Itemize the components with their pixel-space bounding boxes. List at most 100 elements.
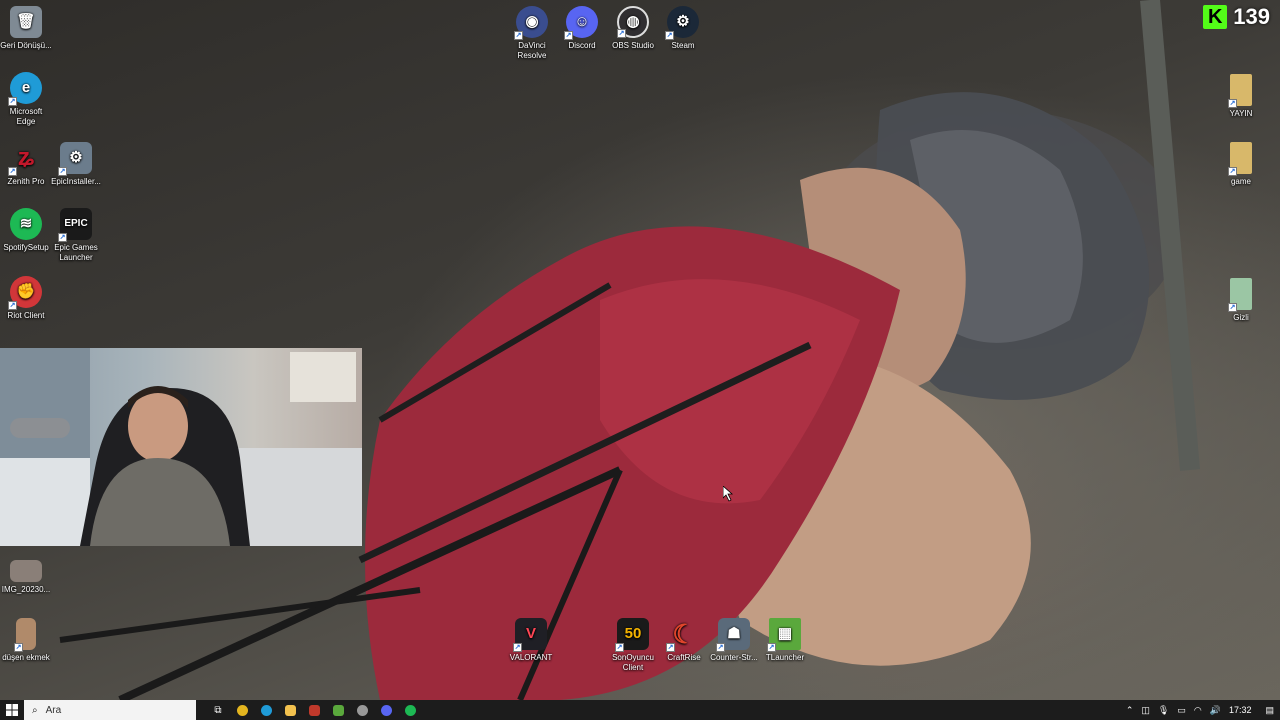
task-view-icon: ⧉ [214, 704, 222, 716]
valorant-icon: V ↗ [513, 618, 547, 652]
desktop-icon-label: game [1230, 177, 1251, 186]
edge-icon [260, 704, 272, 716]
desktop-icon-label: düşen ekmek [2, 653, 50, 662]
tlauncher-icon: ▦ ↗ [767, 618, 801, 652]
desktop-icon-riot-client[interactable]: ✊ ↗ Riot Client [0, 276, 52, 321]
taskbar-task-view[interactable]: ⧉ [206, 700, 230, 720]
desktop-icon-microsoft-edge[interactable]: e ↗ Microsoft Edge [0, 72, 52, 127]
desktop-icon-label: Epic Games Launcher [54, 243, 98, 262]
steam-icon: ⚙ ↗ [665, 6, 699, 40]
desktop-icon-epic-installer[interactable]: ⚙ ↗ EpicInstaller... [50, 142, 102, 187]
wifi-icon[interactable]: ◠ [1194, 705, 1202, 716]
chevron-up-icon[interactable]: ⌃ [1126, 705, 1134, 716]
desktop-icon-label: Zenith Pro [7, 177, 45, 186]
counter-strike-icon: ☗ ↗ [716, 618, 750, 652]
craftrise-icon: ☾ ↗ [666, 619, 696, 652]
spotify-icon [404, 704, 416, 716]
desktop-icon-label: EpicInstaller... [51, 177, 101, 186]
desktop-icon-counter-strike[interactable]: ☗ ↗ Counter-Str... [708, 618, 760, 663]
desktop-icon-valorant[interactable]: V ↗ VALORANT [505, 618, 557, 663]
desktop-icon-label: DaVinci Resolve [517, 41, 547, 60]
desktop-icon-tlauncher[interactable]: ▦ ↗ TLauncher [759, 618, 811, 663]
desktop-icon-label: Geri Dönüşü... [0, 41, 52, 50]
app-red-icon [308, 704, 320, 716]
search-placeholder: Ara [45, 704, 62, 716]
camera-icon[interactable]: ◫ [1141, 705, 1150, 716]
desktop-icon-label: Gizli [1233, 313, 1249, 322]
desktop-icon-discord[interactable]: ☺ ↗ Discord [556, 6, 608, 51]
search-icon: ⌕ [32, 704, 38, 716]
viewer-count: 139 [1233, 4, 1270, 29]
taskbar-app-obs[interactable] [350, 700, 374, 720]
taskbar-app-red[interactable] [302, 700, 326, 720]
desktop-icon-recycle-bin[interactable]: 🗑 Geri Dönüşü... [0, 6, 52, 51]
spotify-icon: ≋ [10, 208, 42, 240]
desktop-icon-yayin[interactable]: ↗ YAYIN [1215, 74, 1267, 119]
volume-icon[interactable]: 🔊 [1210, 705, 1221, 716]
network-icon[interactable]: ▭ [1177, 705, 1186, 716]
desktop-icon-spotify-setup[interactable]: ≋ SpotifySetup [0, 208, 52, 253]
chrome-icon [236, 704, 248, 716]
folder-icon: ↗ [1228, 278, 1252, 312]
desktop-icon-steam[interactable]: ⚙ ↗ Steam [657, 6, 709, 51]
discord-icon [380, 704, 392, 716]
microphone-icon[interactable]: 🎙 [1158, 705, 1169, 716]
installer-icon: ⚙ ↗ [58, 142, 92, 176]
taskbar-app-chrome[interactable] [230, 700, 254, 720]
folder-icon: ↗ [1228, 74, 1252, 108]
desktop-icon-craftrise[interactable]: ☾ ↗ CraftRise [658, 618, 710, 663]
notifications-icon[interactable]: ▤ [1265, 705, 1274, 716]
taskbar-app-spotify[interactable] [398, 700, 422, 720]
zenith-icon: ʑ ↗ [8, 144, 35, 176]
recycle-bin-icon: 🗑 [10, 6, 42, 38]
taskbar-app-discord[interactable] [374, 700, 398, 720]
desktop-icon-label: TLauncher [765, 653, 805, 662]
taskbar-app-file-explorer[interactable] [278, 700, 302, 720]
webcam-overlay [0, 348, 362, 546]
desktop-icon-label: SpotifySetup [3, 243, 49, 252]
desktop-icon-obs-studio[interactable]: ◍ ↗ OBS Studio [607, 6, 659, 51]
desktop-icon-gizli[interactable]: ↗ Gizli [1215, 278, 1267, 323]
desktop-icon-label: VALORANT [509, 653, 553, 662]
desktop-icon-label: OBS Studio [612, 41, 654, 50]
desktop-icon-epic-games-launcher[interactable]: EPIC ↗ Epic Games Launcher [50, 208, 102, 263]
system-tray: ⌃ ◫ 🎙 ▭ ◠ 🔊 17:32 ▤ [1118, 700, 1280, 720]
image-file-icon [10, 560, 42, 582]
desktop-icon-label: Steam [671, 41, 695, 50]
app-green-icon [332, 704, 344, 716]
taskbar-search-box[interactable]: ⌕ Ara [24, 700, 196, 720]
desktop-icon-label: Riot Client [7, 311, 45, 320]
desktop-icon-sonoyuncu-client[interactable]: 50 ↗ SonOyuncu Client [607, 618, 659, 673]
viewer-counter: K 139 [1203, 4, 1270, 30]
desktop-icon-img-file[interactable]: IMG_20230... [0, 560, 52, 595]
discord-icon: ☺ ↗ [564, 6, 598, 40]
sonoyuncu-icon: 50 ↗ [615, 618, 649, 652]
desktop-icon-label: Discord [568, 41, 596, 50]
epic-games-icon: EPIC ↗ [58, 208, 92, 242]
desktop-icon-label: IMG_20230... [1, 585, 51, 594]
desktop-icon-zenith-pro[interactable]: ʑ ↗ Zenith Pro [0, 142, 52, 187]
desktop-icon-label: Microsoft Edge [9, 107, 43, 126]
taskbar-app-green[interactable] [326, 700, 350, 720]
windows-logo-icon [6, 704, 18, 716]
webcam-feed [0, 348, 362, 546]
kick-logo-icon: K [1203, 5, 1228, 29]
taskbar-app-edge[interactable] [254, 700, 278, 720]
riot-client-icon: ✊ ↗ [8, 276, 42, 310]
desktop-icon-label: SonOyuncu Client [612, 653, 654, 672]
desktop-icon-label: YAYIN [1229, 109, 1253, 118]
edge-icon: e ↗ [8, 72, 42, 106]
image-file-icon: ↗ [14, 618, 36, 652]
file-explorer-icon [284, 704, 296, 716]
clock[interactable]: 17:32 [1229, 705, 1252, 715]
mouse-cursor-icon [723, 486, 734, 502]
start-button[interactable] [0, 700, 24, 720]
desktop-icon-dusen-ekmek[interactable]: ↗ düşen ekmek [0, 618, 52, 663]
desktop-icon-davinci-resolve[interactable]: ◉ ↗ DaVinci Resolve [506, 6, 558, 61]
folder-icon: ↗ [1228, 142, 1252, 176]
desktop-icon-label: Counter-Str... [710, 653, 758, 662]
obs-icon: ◍ ↗ [617, 6, 649, 38]
desktop-icon-game[interactable]: ↗ game [1215, 142, 1267, 187]
obs-icon [356, 704, 368, 716]
desktop-icon-label: CraftRise [667, 653, 701, 662]
